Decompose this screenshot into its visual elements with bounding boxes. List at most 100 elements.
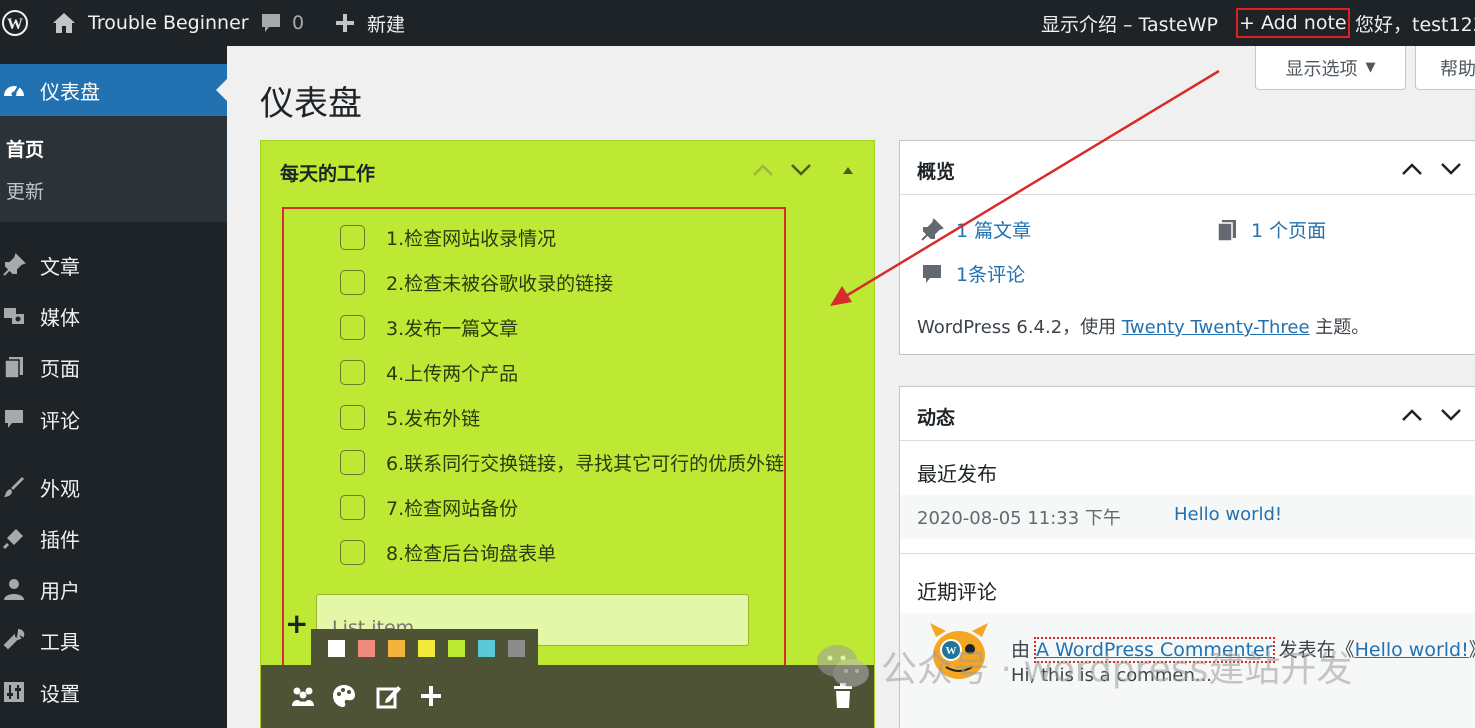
checkbox[interactable]: [340, 359, 365, 385]
submenu-home[interactable]: 首页: [6, 135, 44, 162]
svg-text:W: W: [946, 645, 957, 657]
sidebar-item-dashboard[interactable]: 仪表盘: [0, 64, 228, 116]
share-users-icon[interactable]: [288, 681, 318, 711]
color-palette-icon[interactable]: [329, 681, 359, 711]
move-up-icon[interactable]: [1398, 155, 1426, 183]
swatch-white[interactable]: [328, 639, 345, 657]
sidebar-item-label: 设置: [40, 681, 80, 706]
user-greeting[interactable]: 您好，test123: [1355, 0, 1475, 46]
swatch-yellow[interactable]: [418, 639, 435, 657]
sidebar-item-posts[interactable]: 文章: [0, 242, 227, 288]
widget-header: 概览: [900, 141, 1475, 195]
comments-link[interactable]: 0: [260, 0, 304, 46]
swatch-gray[interactable]: [508, 639, 525, 657]
checkbox[interactable]: [340, 449, 365, 475]
activity-widget: 动态 最近发布 2020-08-05 11:33 下午 Hello world!…: [899, 386, 1475, 728]
comment-bubble-icon: [260, 12, 282, 34]
sidebar-item-comments[interactable]: 评论: [0, 396, 227, 442]
post-link[interactable]: Hello world!: [1174, 504, 1282, 525]
sidebar-item-tools[interactable]: 工具: [0, 617, 227, 663]
list-item[interactable]: 6.联系同行交换链接，寻找其它可行的优质外链: [340, 448, 784, 476]
posts-count-link[interactable]: 1 篇文章: [918, 216, 1031, 243]
swatch-blue[interactable]: [478, 639, 495, 657]
post-date: 2020-08-05 11:33 下午: [917, 508, 1121, 529]
move-down-icon[interactable]: [1437, 401, 1465, 429]
list-item[interactable]: 5.发布外链: [340, 403, 480, 431]
pages-count-link[interactable]: 1 个页面: [1213, 216, 1326, 243]
theme-link[interactable]: Twenty Twenty-Three: [1122, 317, 1310, 338]
swatch-orange[interactable]: [388, 639, 405, 657]
collapse-toggle-icon[interactable]: [833, 155, 863, 185]
comment-by: 由: [1011, 639, 1037, 661]
list-item-text[interactable]: 6.联系同行交换链接，寻找其它可行的优质外链: [386, 449, 784, 476]
list-item-text[interactable]: 3.发布一篇文章: [386, 314, 518, 341]
sidebar-item-settings[interactable]: 设置: [0, 669, 227, 715]
comments-count: 1条评论: [956, 264, 1026, 286]
checkbox[interactable]: [340, 494, 365, 520]
list-item[interactable]: 8.检查后台询盘表单: [340, 538, 556, 566]
sidebar-item-media[interactable]: 媒体: [0, 293, 227, 339]
widget-title: 动态: [917, 407, 956, 429]
admin-bar: W Trouble Beginner 0 新建 显示介绍 – TasteWP +…: [0, 0, 1475, 46]
sidebar-item-label: 文章: [40, 254, 80, 279]
list-item[interactable]: 2.检查未被谷歌收录的链接: [340, 268, 613, 296]
home-icon: [52, 12, 76, 34]
comment-meta: 由 A WordPress Commenter 发表在《Hello world!…: [1011, 635, 1475, 663]
sidebar-item-appearance[interactable]: 外观: [0, 464, 227, 510]
page-icon: [0, 355, 28, 379]
caret-down-icon: ▼: [1365, 60, 1376, 75]
add-item-plus-icon[interactable]: +: [285, 607, 308, 640]
swatch-red[interactable]: [358, 639, 375, 657]
sidebar-item-plugins[interactable]: 插件: [0, 515, 227, 561]
list-item-text[interactable]: 4.上传两个产品: [386, 359, 518, 386]
list-item[interactable]: 4.上传两个产品: [340, 358, 518, 386]
list-item-text[interactable]: 1.检查网站收录情况: [386, 224, 556, 251]
admin-sidebar: 仪表盘 首页 更新 文章 媒体 页面 评论 外观 插件 用户 工具 设置: [0, 46, 228, 728]
screen-options-button[interactable]: 显示选项 ▼: [1255, 46, 1406, 90]
sidebar-item-pages[interactable]: 页面: [0, 344, 227, 390]
version-prefix: WordPress 6.4.2，使用: [917, 317, 1122, 338]
list-item[interactable]: 3.发布一篇文章: [340, 313, 518, 341]
widget-title: 概览: [917, 161, 956, 183]
at-a-glance-widget: 概览 1 篇文章 1 个页面 1条评论 WordPress 6.4.2，使用 T…: [899, 140, 1475, 355]
trash-icon[interactable]: [828, 681, 858, 711]
checkbox[interactable]: [340, 224, 365, 250]
comment-post-link[interactable]: Hello world!: [1355, 639, 1469, 661]
add-new-note-icon[interactable]: [416, 681, 446, 711]
wordpress-logo-icon[interactable]: W: [0, 0, 30, 46]
sidebar-item-label: 外观: [40, 476, 80, 501]
list-item-text[interactable]: 8.检查后台询盘表单: [386, 539, 556, 566]
submenu-updates[interactable]: 更新: [6, 177, 44, 204]
list-item[interactable]: 7.检查网站备份: [340, 493, 518, 521]
edit-note-icon[interactable]: [374, 681, 404, 711]
posts-count: 1 篇文章: [956, 220, 1032, 242]
site-name-link[interactable]: Trouble Beginner: [52, 0, 249, 46]
help-button[interactable]: 帮助: [1415, 46, 1475, 90]
move-down-icon[interactable]: [1437, 155, 1465, 183]
current-menu-arrow: [216, 78, 228, 102]
svg-text:W: W: [7, 16, 23, 33]
sidebar-item-users[interactable]: 用户: [0, 566, 227, 612]
help-label: 帮助: [1440, 58, 1475, 80]
list-item-text[interactable]: 7.检查网站备份: [386, 494, 518, 521]
move-up-icon[interactable]: [748, 155, 778, 185]
sidebar-item-label: 仪表盘: [40, 79, 100, 104]
checkbox[interactable]: [340, 404, 365, 430]
move-down-icon[interactable]: [786, 155, 816, 185]
list-item[interactable]: 1.检查网站收录情况: [340, 223, 556, 251]
add-note-button[interactable]: + Add note: [1236, 8, 1350, 38]
checkbox[interactable]: [340, 539, 365, 565]
note-title: 每天的工作: [280, 163, 376, 185]
list-item-text[interactable]: 5.发布外链: [386, 404, 480, 431]
checkbox[interactable]: [340, 314, 365, 340]
widget-header: 动态: [900, 387, 1475, 441]
new-content-link[interactable]: 新建: [335, 0, 405, 46]
move-up-icon[interactable]: [1398, 401, 1426, 429]
swatch-green[interactable]: [448, 639, 465, 657]
comments-count-link[interactable]: 1条评论: [918, 260, 1025, 287]
list-item-text[interactable]: 2.检查未被谷歌收录的链接: [386, 269, 613, 296]
checkbox[interactable]: [340, 269, 365, 295]
show-intro-link[interactable]: 显示介绍 – TasteWP: [1041, 0, 1218, 46]
commenter-link[interactable]: A WordPress Commenter: [1034, 637, 1275, 663]
avatar: W: [926, 617, 992, 683]
